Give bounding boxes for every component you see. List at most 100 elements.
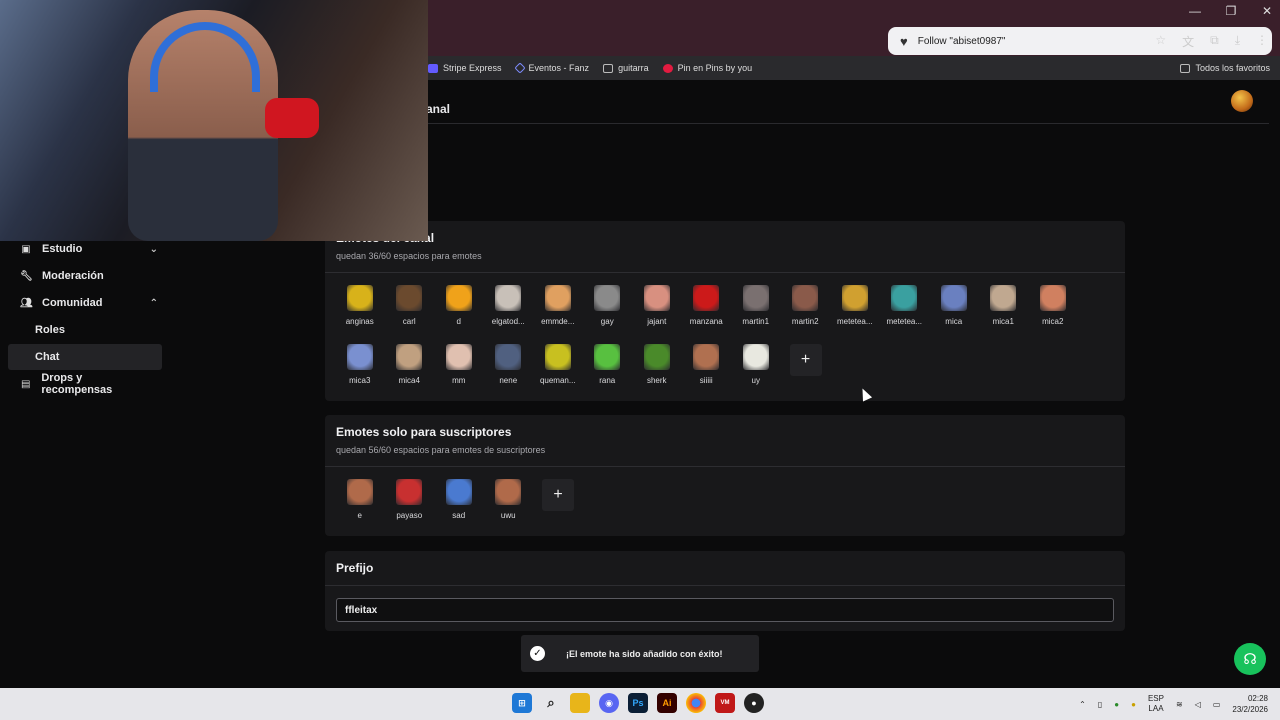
photoshop-icon[interactable]: Ps [628,693,648,713]
clock-date: 23/2/2026 [1232,705,1268,714]
emote-item[interactable]: martin2 [781,285,831,344]
voicemeeter-icon[interactable]: VM [715,693,735,713]
emote-name: mm [452,376,466,385]
emote-item[interactable]: jajant [632,285,682,344]
avatar[interactable] [1231,90,1253,112]
emote-image [594,285,621,311]
emote-image [792,285,819,311]
emote-item[interactable]: mica4 [385,344,435,403]
maximize-icon[interactable]: ❐ [1224,4,1238,18]
emote-item[interactable]: e [335,479,385,538]
emote-item[interactable]: manzana [682,285,732,344]
sidebar-item-roles[interactable]: Roles [8,317,162,343]
bookmark-stripe[interactable]: Stripe Express [428,63,502,73]
community-icon: 👥︎ [20,297,33,309]
cloud-icon[interactable]: ● [1114,700,1119,709]
file-explorer-icon[interactable] [570,693,590,713]
emote-name: rana [599,376,616,385]
emote-item[interactable]: uy [731,344,781,403]
illustrator-icon[interactable]: Ai [657,693,677,713]
emote-name: martin1 [742,317,770,326]
bookmark-pin[interactable]: Pin en Pins by you [662,63,752,73]
emote-item[interactable]: siiiii [682,344,732,403]
emote-item[interactable]: d [434,285,484,344]
clock[interactable]: 02:28 23/2/2026 [1232,693,1268,715]
sidebar: ▣ Estudio ⌄ 🔧︎ Moderación 👥︎ Comunidad ⌃… [0,236,170,398]
mic-icon[interactable]: ● [1131,700,1136,709]
emote-item[interactable]: anginas [335,285,385,344]
clock-time: 02:28 [1247,694,1268,703]
emote-item[interactable]: mica1 [979,285,1029,344]
add-emote-button[interactable]: + [789,344,822,376]
minimize-icon[interactable]: — [1188,4,1202,18]
emote-item[interactable]: sherk [632,344,682,403]
battery-status-icon[interactable]: ▭ [1213,700,1221,709]
prefix-input[interactable]: ffleitax [336,598,1114,622]
menu-icon[interactable]: ⋮ [1256,33,1268,50]
system-tray: ⌃ ▯ ● ● ESP LAA ≋ ◁ ▭ 02:28 23/2/2026 [1079,693,1268,715]
help-button[interactable]: ☊ [1234,643,1266,675]
wifi-icon[interactable]: ≋ [1176,700,1183,709]
emote-name: mica3 [349,376,371,385]
emote-item[interactable]: rana [583,344,633,403]
sidebar-item-moderacion[interactable]: 🔧︎ Moderación [8,263,162,289]
follow-popup-label: Follow "abiset0987" [917,35,1006,47]
emote-item[interactable]: mica3 [335,344,385,403]
battery-icon[interactable]: ▯ [1098,700,1102,709]
translate-icon[interactable]: 文 [1182,33,1194,50]
chevron-up-icon[interactable]: ⌃ [1079,700,1086,709]
add-emote-button[interactable]: + [542,479,574,511]
emote-image [445,344,472,370]
emote-item[interactable]: metetea... [880,285,930,344]
emote-item[interactable]: carl [385,285,435,344]
lang-code: ESP [1147,694,1164,703]
card-title: Prefijo [336,561,374,575]
sidebar-item-label: Comunidad [42,297,103,309]
emote-image [742,344,769,370]
emote-item[interactable]: mica2 [1028,285,1078,344]
sidebar-item-chat[interactable]: Chat [8,344,162,370]
language-indicator[interactable]: ESP LAA [1148,694,1164,714]
bookmark-guitarra[interactable]: guitarra [603,63,649,73]
download-icon[interactable]: ⤓ [1235,33,1240,50]
emote-name: nene [499,376,518,385]
emote-item[interactable]: payaso [385,479,435,538]
obs-icon[interactable]: ● [744,693,764,713]
emote-item[interactable]: elgatod... [484,285,534,344]
sidebar-item-label: Estudio [42,243,83,255]
windows-start-icon[interactable]: ⊞ [512,693,532,713]
emote-image [594,344,621,370]
sidebar-item-drops[interactable]: ▤ Drops y recompensas [8,371,162,397]
emote-item[interactable]: queman... [533,344,583,403]
sidebar-item-comunidad[interactable]: 👥︎ Comunidad ⌃ [8,290,162,316]
close-icon[interactable]: ✕ [1260,4,1274,18]
emote-image [346,344,373,370]
emote-item[interactable]: metetea... [830,285,880,344]
volume-icon[interactable]: ◁ [1195,700,1201,709]
emote-image [495,479,522,505]
channel-emotes-card: Emotes del canal quedan 36/60 espacios p… [325,221,1125,401]
discord-icon[interactable]: ◉ [599,693,619,713]
emote-item[interactable]: martin1 [731,285,781,344]
emote-image [1039,285,1066,311]
emote-name: sad [452,511,466,520]
chrome-icon[interactable] [686,693,706,713]
sidebar-item-label: Chat [35,351,60,363]
emote-item[interactable]: uwu [484,479,534,538]
emote-item[interactable]: mica [929,285,979,344]
wrench-icon: 🔧︎ [20,270,33,282]
emote-item[interactable]: sad [434,479,484,538]
emote-item[interactable]: emmde... [533,285,583,344]
search-icon[interactable]: ⌕ [541,693,561,713]
emote-item[interactable]: mm [434,344,484,403]
pinterest-icon [662,63,673,73]
star-icon[interactable]: ☆ [1155,33,1166,50]
add-emote-slot: + [533,479,583,538]
bookmark-eventos[interactable]: Eventos - Fanz [513,62,589,74]
emote-item[interactable]: gay [583,285,633,344]
toast-message: ¡El emote ha sido añadido con éxito! [566,648,723,659]
extensions-icon[interactable]: ⧉ [1210,33,1219,50]
heart-icon: ♥ [900,33,908,49]
emote-item[interactable]: nene [484,344,534,403]
all-favorites[interactable]: Todos los favoritos [1180,63,1270,73]
